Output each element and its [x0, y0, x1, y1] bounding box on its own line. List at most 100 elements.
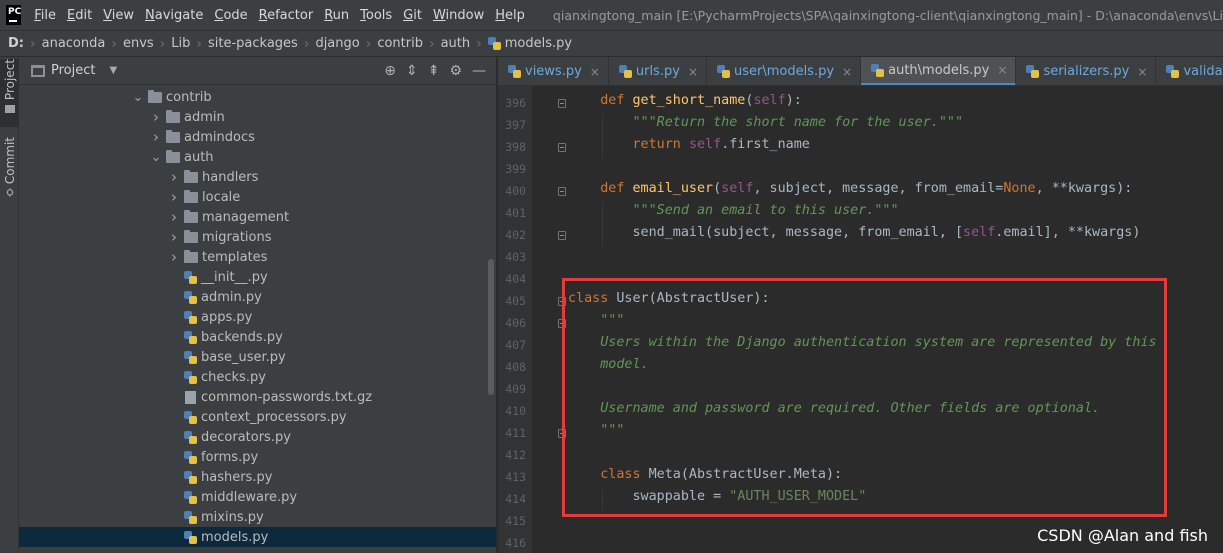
fold-marker-icon[interactable]: [558, 319, 566, 328]
tree-folder-item[interactable]: › management: [19, 207, 496, 227]
gear-icon[interactable]: ⚙: [449, 63, 462, 79]
tree-file-item[interactable]: checks.py: [19, 367, 496, 387]
project-panel-actions: ⊕ ⇕ ⇞ ⚙ —: [384, 63, 496, 79]
tree-folder-item[interactable]: ⌄ contrib: [19, 87, 496, 107]
tree-folder-item[interactable]: › locale: [19, 187, 496, 207]
breadcrumb-item[interactable]: models.py: [487, 36, 572, 51]
chevron-right-icon[interactable]: ›: [168, 188, 180, 206]
scrollbar[interactable]: [488, 259, 494, 395]
close-icon[interactable]: ×: [997, 63, 1007, 77]
commit-tool-tab[interactable]: Commit: [0, 137, 19, 197]
breadcrumb-item[interactable]: contrib: [377, 36, 423, 51]
menu-item[interactable]: Run: [319, 8, 355, 23]
fold-marker-icon[interactable]: [558, 231, 566, 240]
hide-panel-icon[interactable]: —: [472, 63, 486, 79]
fold-marker-icon[interactable]: [558, 99, 566, 108]
project-tool-tab[interactable]: Project: [0, 59, 19, 127]
menu-item[interactable]: Refactor: [254, 8, 320, 23]
menu-item[interactable]: Tools: [355, 8, 398, 23]
chevron-right-icon[interactable]: ›: [168, 208, 180, 226]
tree-folder-item[interactable]: › migrations: [19, 227, 496, 247]
editor-tab[interactable]: user\models.py ×: [707, 57, 862, 85]
commit-tool-tab-label: Commit: [2, 137, 17, 185]
chevron-right-icon[interactable]: ›: [150, 128, 162, 146]
breadcrumb-item[interactable]: auth: [441, 36, 471, 51]
chevron-right-icon[interactable]: ›: [168, 228, 180, 246]
menu-item[interactable]: File: [29, 8, 62, 23]
tree-file-item[interactable]: __init__.py: [19, 267, 496, 287]
tree-file-item[interactable]: models.py: [19, 527, 496, 547]
code-token: """Return the short name for the user.""…: [632, 115, 964, 130]
close-icon[interactable]: ×: [688, 65, 698, 79]
collapse-all-icon[interactable]: ⇞: [428, 63, 440, 79]
tree-file-item[interactable]: middleware.py: [19, 487, 496, 507]
tree-file-item[interactable]: forms.py: [19, 447, 496, 467]
editor-tab[interactable]: urls.py ×: [609, 57, 707, 85]
tree-file-item[interactable]: common-passwords.txt.gz: [19, 387, 496, 407]
fold-marker-icon[interactable]: [558, 429, 566, 438]
breadcrumb-item[interactable]: site-packages: [208, 36, 298, 51]
line-number: 400: [505, 184, 526, 198]
editor-tab-label: serializers.py: [1043, 64, 1130, 79]
menu-item[interactable]: Code: [209, 8, 253, 23]
breadcrumb-item[interactable]: D:: [8, 36, 24, 51]
code-token: Users within the Django authentication s…: [600, 335, 1157, 350]
menu-item[interactable]: Edit: [62, 8, 98, 23]
menu-item[interactable]: View: [98, 8, 140, 23]
breadcrumb-item[interactable]: Lib: [171, 36, 190, 51]
fold-marker-icon[interactable]: [558, 297, 566, 306]
breadcrumb-item-label: contrib: [377, 36, 423, 51]
expand-all-icon[interactable]: ⇕: [406, 63, 418, 79]
tree-file-item[interactable]: base_user.py: [19, 347, 496, 367]
tree-file-item[interactable]: mixins.py: [19, 507, 496, 527]
menu-item[interactable]: Help: [490, 8, 531, 23]
chevron-down-icon[interactable]: ⌄: [132, 90, 144, 105]
tree-file-item[interactable]: apps.py: [19, 307, 496, 327]
folder-icon: [166, 129, 180, 143]
fold-marker-icon[interactable]: [558, 143, 566, 152]
editor-tab[interactable]: validator.py×: [1156, 57, 1223, 85]
chevron-down-icon[interactable]: ▼: [109, 65, 117, 76]
line-number: 406: [505, 316, 526, 330]
window-title: qianxingtong_main [E:\PycharmProjects\SP…: [552, 7, 1223, 23]
tree-folder-item[interactable]: › handlers: [19, 167, 496, 187]
chevron-right-icon[interactable]: ›: [150, 108, 162, 126]
locate-file-icon[interactable]: ⊕: [384, 63, 396, 79]
tree-folder-item[interactable]: › admindocs: [19, 127, 496, 147]
python-file-icon-yellow: [189, 295, 197, 304]
breadcrumb-item[interactable]: envs: [123, 36, 154, 51]
chevron-down-icon[interactable]: ⌄: [150, 150, 162, 165]
menu-item[interactable]: Git: [398, 8, 428, 23]
breadcrumb-item[interactable]: django: [315, 36, 359, 51]
tree-file-item[interactable]: backends.py: [19, 327, 496, 347]
python-file-icon-yellow: [721, 70, 730, 78]
editor-tab[interactable]: auth\models.py ×: [861, 57, 1017, 85]
menu-item[interactable]: Navigate: [140, 8, 209, 23]
close-icon[interactable]: ×: [590, 65, 600, 79]
folder-icon: [4, 105, 15, 114]
tree-file-item[interactable]: context_processors.py: [19, 407, 496, 427]
breadcrumb-separator-icon: ›: [476, 35, 482, 52]
breadcrumb-item[interactable]: anaconda: [42, 36, 106, 51]
fold-marker-icon[interactable]: [558, 187, 566, 196]
python-file-icon-yellow: [876, 68, 885, 77]
tree-file-item[interactable]: hashers.py: [19, 467, 496, 487]
tree-item-label: hashers.py: [201, 469, 273, 485]
tree-file-item[interactable]: decorators.py: [19, 427, 496, 447]
tree-folder-item[interactable]: ⌄ auth: [19, 147, 496, 167]
tree-file-item[interactable]: admin.py: [19, 287, 496, 307]
chevron-right-icon[interactable]: ›: [168, 168, 180, 186]
close-icon[interactable]: ×: [842, 65, 852, 79]
tree-folder-item[interactable]: › templates: [19, 247, 496, 267]
close-icon[interactable]: ×: [1137, 65, 1147, 79]
code-token: class: [568, 291, 617, 306]
tree-folder-item[interactable]: › admin: [19, 107, 496, 127]
line-number: 397: [505, 118, 526, 132]
python-file-icon: [1026, 65, 1040, 78]
code-editor[interactable]: 396 397 398 399 400 401 402 403 404 405 406 407 408 4…: [498, 86, 1223, 553]
editor-tab[interactable]: views.py ×: [498, 57, 609, 85]
chevron-right-icon[interactable]: ›: [168, 248, 180, 266]
menu-item[interactable]: Window: [428, 8, 490, 23]
editor-tab[interactable]: serializers.py ×: [1016, 57, 1157, 85]
